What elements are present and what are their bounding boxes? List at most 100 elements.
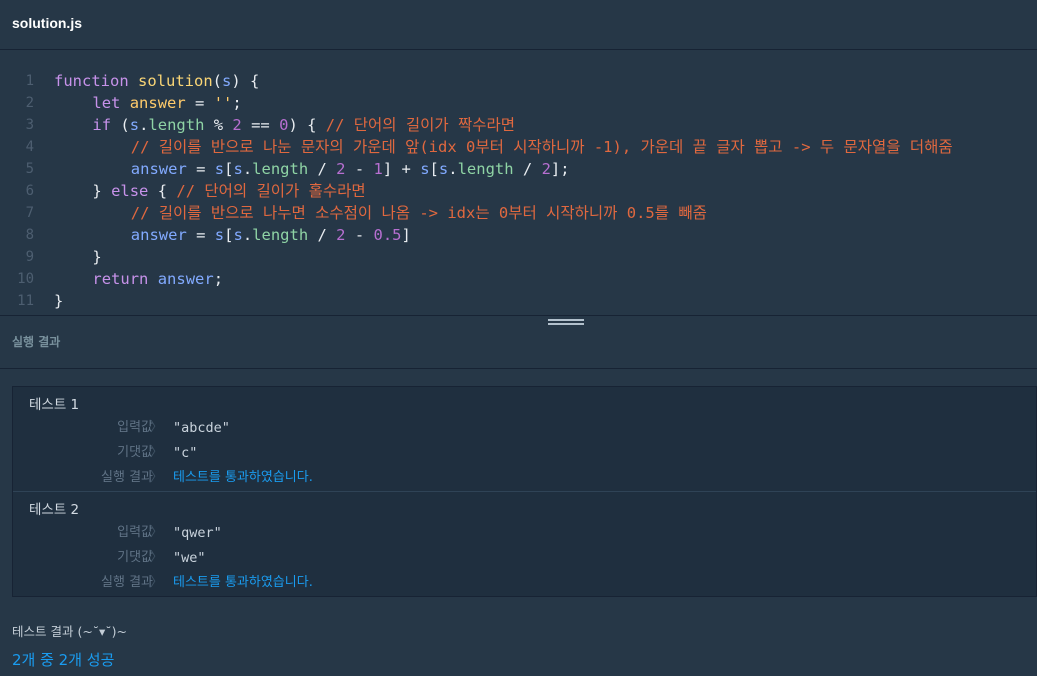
code-token: / <box>513 160 542 178</box>
test-case: 테스트 1 입력값 〉 "abcde" 기댓값 〉 "c" 실행 결과 〉 테스트를 통과하였습니… <box>13 387 1036 491</box>
result-panel-header: 실행 결과 <box>0 316 1037 369</box>
expected-row-value: "c" <box>173 445 198 461</box>
code-token: ( <box>120 116 130 134</box>
code-token: + <box>392 160 421 178</box>
code-token: == <box>241 116 280 134</box>
expected-row-label: 기댓값 <box>117 445 153 460</box>
line-number: 8 <box>25 227 34 243</box>
code-token: if <box>92 116 121 134</box>
code-token: answer <box>130 160 187 178</box>
code-text: return answer; <box>92 268 223 290</box>
code-text: // 길이를 반으로 나누면 소수점이 나옴 -> idx는 0부터 시작하니까… <box>131 202 707 224</box>
code-token: . <box>242 160 253 178</box>
code-token: 2 <box>336 226 346 244</box>
expected-row-value: "we" <box>173 550 206 566</box>
code-token: length <box>252 160 309 178</box>
input-row-value: "abcde" <box>173 420 230 436</box>
code-token: length <box>148 116 205 134</box>
code-token: { <box>148 182 177 200</box>
chevron-right-icon: 〉 <box>150 550 164 565</box>
code-token: // 길이를 반으로 나눈 문자의 가운데 앞(idx 0부터 시작하니까 -1… <box>130 138 953 156</box>
code-token: else <box>111 182 149 200</box>
code-token: = <box>186 226 215 244</box>
code-token: / <box>308 160 337 178</box>
code-text: let answer = ''; <box>92 92 241 114</box>
code-token: length <box>252 226 309 244</box>
test-summary-label: 테스트 결과 (~˘▾˘)~ <box>12 624 127 639</box>
expected-row: 기댓값 〉 "c" <box>13 442 1013 464</box>
code-token: solution <box>138 72 213 90</box>
code-text: if (s.length % 2 == 0) { // 단어의 길이가 짝수라면 <box>92 114 515 136</box>
line-number: 1 <box>25 73 34 89</box>
result-row: 실행 결과 〉 테스트를 통과하였습니다. <box>13 572 1013 594</box>
result-panel-title: 실행 결과 <box>12 335 61 349</box>
resize-handle-icon[interactable] <box>548 319 584 329</box>
code-token: 2 <box>336 160 346 178</box>
code-token: . <box>448 160 458 178</box>
input-row-label: 입력값 <box>117 420 153 435</box>
code-token: = <box>185 94 214 112</box>
chevron-right-icon: 〉 <box>150 445 164 460</box>
test-results-panel: 테스트 1 입력값 〉 "abcde" 기댓값 〉 "c" 실행 결과 〉 테스트를 통과하였습니… <box>12 386 1037 597</box>
code-token: } <box>92 248 102 266</box>
code-token: '' <box>213 94 233 112</box>
code-token: return <box>92 270 158 288</box>
chevron-right-icon: 〉 <box>150 470 164 485</box>
code-token: answer <box>129 94 186 112</box>
input-row-value: "qwer" <box>173 525 222 541</box>
code-text: } <box>92 246 101 268</box>
code-editor[interactable]: 1 function solution(s) {2 let answer = '';… <box>0 51 1037 315</box>
line-number: 6 <box>25 183 34 199</box>
code-token: s <box>214 226 225 244</box>
test-case-name: 테스트 2 <box>29 502 80 518</box>
code-token: - <box>345 226 374 244</box>
chevron-right-icon: 〉 <box>150 420 164 435</box>
code-text: function solution(s) { <box>54 70 259 92</box>
code-token: ] <box>382 160 393 178</box>
expected-row-label: 기댓값 <box>117 550 153 565</box>
line-number: 4 <box>25 139 34 155</box>
code-token: ; <box>213 270 224 288</box>
code-text: } else { // 단어의 길이가 홀수라면 <box>92 180 365 202</box>
code-token: s <box>222 72 232 90</box>
code-token: } <box>92 182 112 200</box>
code-token: . <box>242 226 253 244</box>
test-case-name: 테스트 1 <box>29 397 80 413</box>
code-token: [ <box>429 160 439 178</box>
chevron-right-icon: 〉 <box>150 575 164 590</box>
code-token: 2 <box>232 116 242 134</box>
input-row-label: 입력값 <box>117 525 153 540</box>
code-token: 1 <box>373 160 383 178</box>
code-token: function <box>54 72 138 90</box>
result-row-label: 실행 결과 <box>101 575 153 590</box>
line-number: 5 <box>25 161 34 177</box>
file-tab-title[interactable]: solution.js <box>12 15 82 31</box>
code-token: answer <box>130 226 187 244</box>
chevron-right-icon: 〉 <box>150 525 164 540</box>
code-token: // 단어의 길이가 홀수라면 <box>176 182 366 200</box>
code-token: ]; <box>550 160 570 178</box>
code-text: answer = s[s.length / 2 - 0.5] <box>131 224 411 246</box>
result-row-value: 테스트를 통과하였습니다. <box>173 575 313 590</box>
expected-row: 기댓값 〉 "we" <box>13 547 1013 569</box>
code-token: % <box>204 116 233 134</box>
line-number: 3 <box>25 117 34 133</box>
test-case: 테스트 2 입력값 〉 "qwer" 기댓값 〉 "we" 실행 결과 〉 테스트를 통과하였습니… <box>13 492 1036 596</box>
editor-tab-bar: solution.js <box>0 0 1037 50</box>
input-row: 입력값 〉 "qwer" <box>13 522 1013 544</box>
code-token: ) { <box>231 72 260 90</box>
code-token: ) { <box>288 116 326 134</box>
code-token: / <box>308 226 337 244</box>
line-number: 2 <box>25 95 34 111</box>
code-token: length <box>457 160 514 178</box>
code-token: 2 <box>541 160 551 178</box>
code-token: s <box>438 160 449 178</box>
code-token: s <box>129 116 140 134</box>
code-token: - <box>345 160 374 178</box>
code-token: 0.5 <box>373 226 402 244</box>
code-token: ( <box>212 72 222 90</box>
code-token: s <box>420 160 430 178</box>
code-token: s <box>233 160 243 178</box>
code-token: s <box>233 226 243 244</box>
code-token: // 길이를 반으로 나누면 소수점이 나옴 -> idx는 0부터 시작하니까… <box>130 204 707 222</box>
